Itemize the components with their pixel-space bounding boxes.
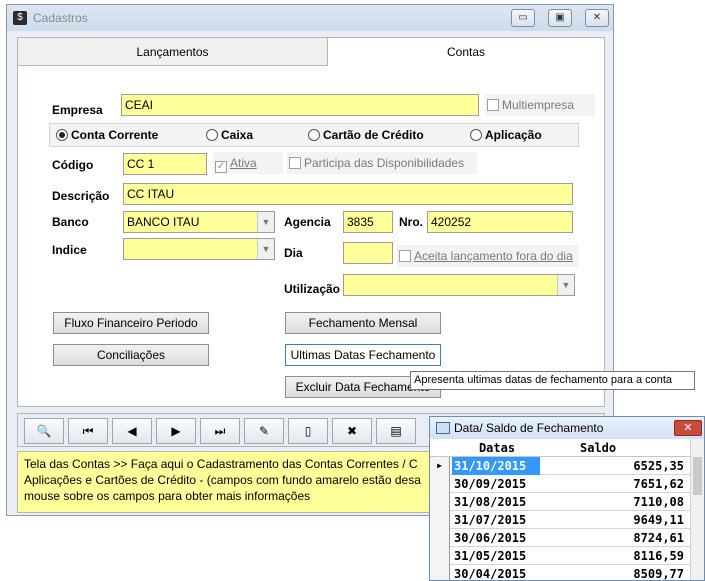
maximize-button[interactable]: ▣ [548,9,572,27]
next-record-icon[interactable]: ▶ [156,418,196,444]
report-icon[interactable]: ▤ [376,418,416,444]
nro-field[interactable]: 420252 [427,211,573,233]
table-row[interactable]: 31/07/2015 9649,11 [430,511,704,529]
radio-caixa[interactable]: Caixa [206,127,253,143]
radio-conta-corrente[interactable]: Conta Corrente [56,127,158,143]
ativa-label: Ativa [230,156,257,170]
tab-lancamentos[interactable]: Lançamentos [18,38,328,66]
table-row[interactable]: 31/08/2015 7110,08 [430,493,704,511]
checkmark-icon: ✓ [215,161,227,173]
participa-checkbox[interactable]: Participa das Disponibilidades [287,152,477,174]
aceita-label: Aceita lançamento fora do dia [414,249,573,263]
tooltip: Apresenta ultimas datas de fechamento pa… [410,371,695,390]
radio-aplicacao[interactable]: Aplicação [470,127,542,143]
popup-title: Data/ Saldo de Fechamento [454,421,604,435]
utilizacao-label: Utilização [284,282,341,296]
dia-label: Dia [284,246,303,260]
table-row[interactable]: 30/04/2015 8509,77 [430,565,704,580]
minimize-button[interactable]: ▭ [511,9,535,27]
balance-grid: Datas Saldo ▶ 31/10/2015 6525,35 30/09/201… [430,439,704,580]
radio-icon [470,129,482,141]
multiempresa-checkbox[interactable]: Multiempresa [485,94,595,116]
table-row[interactable]: 30/09/2015 7651,62 [430,475,704,493]
conciliacoes-button[interactable]: Conciliações [53,344,209,366]
table-row[interactable]: 31/05/2015 8116,59 [430,547,704,565]
col-saldo[interactable]: Saldo [580,439,616,457]
table-row[interactable]: 30/06/2015 8724,61 [430,529,704,547]
last-record-icon[interactable]: ⏭ [200,418,240,444]
chevron-down-icon[interactable]: ▼ [257,212,274,232]
popup-title-bar[interactable]: Data/ Saldo de Fechamento ✕ [430,417,704,439]
checkbox-icon [289,157,301,169]
col-datas[interactable]: Datas [452,439,540,457]
scroll-thumb[interactable] [693,457,702,495]
descricao-label: Descrição [52,189,110,203]
prev-record-icon[interactable]: ◀ [112,418,152,444]
table-icon [436,422,450,434]
utilizacao-select[interactable]: ▼ [343,274,575,296]
new-document-icon[interactable]: ▯ [288,418,328,444]
fechamento-popup: Data/ Saldo de Fechamento ✕ Datas Saldo … [429,416,705,581]
vertical-scrollbar[interactable] [690,439,704,580]
chevron-down-icon[interactable]: ▼ [557,275,574,295]
checkbox-icon [399,250,411,262]
table-row[interactable]: ▶ 31/10/2015 6525,35 [430,457,704,475]
account-type-group: Conta Corrente Caixa Cartão de Crédito A… [49,123,579,147]
agencia-field[interactable]: 3835 [343,211,393,233]
ativa-checkbox[interactable]: ✓ Ativa [213,152,283,174]
indice-label: Indice [52,243,87,257]
participa-label: Participa das Disponibilidades [304,156,465,170]
empresa-label: Empresa [52,103,103,117]
agencia-label: Agencia [284,215,331,229]
fluxo-financeiro-button[interactable]: Fluxo Financeiro Periodo [53,312,209,334]
banco-select[interactable]: BANCO ITAU ▼ [123,211,275,233]
multiempresa-label: Multiempresa [502,98,575,112]
codigo-field[interactable]: CC 1 [123,153,207,175]
chevron-down-icon[interactable]: ▼ [257,239,274,259]
radio-cartao-credito[interactable]: Cartão de Crédito [308,127,424,143]
radio-icon [308,129,320,141]
fechamento-mensal-button[interactable]: Fechamento Mensal [285,312,441,334]
delete-icon[interactable]: ✖ [332,418,372,444]
ultimas-datas-button[interactable]: Ultimas Datas Fechamento [285,344,441,366]
app-icon: $ [13,11,27,25]
indice-select[interactable]: ▼ [123,238,275,260]
nro-label: Nro. [399,215,423,229]
edit-icon[interactable]: ✎ [244,418,284,444]
empresa-field[interactable]: CEAI [121,94,479,116]
title-bar[interactable]: $ Cadastros ▭ ▣ ✕ [7,5,613,31]
radio-selected-icon [56,129,68,141]
radio-icon [206,129,218,141]
dia-field[interactable] [343,242,393,264]
tab-contas[interactable]: Contas [328,38,604,66]
aceita-checkbox[interactable]: Aceita lançamento fora do dia [397,245,579,267]
row-indicator-icon: ▶ [430,457,450,475]
window-title: Cadastros [33,11,88,25]
first-record-icon[interactable]: ⏮ [68,418,108,444]
close-button[interactable]: ✕ [585,9,609,27]
checkbox-icon [487,99,499,111]
descricao-field[interactable]: CC ITAU [123,183,573,205]
search-icon[interactable]: 🔍 [24,418,64,444]
close-icon[interactable]: ✕ [674,420,702,436]
banco-label: Banco [52,215,89,229]
codigo-label: Código [52,158,94,172]
grid-header: Datas Saldo [430,439,704,457]
